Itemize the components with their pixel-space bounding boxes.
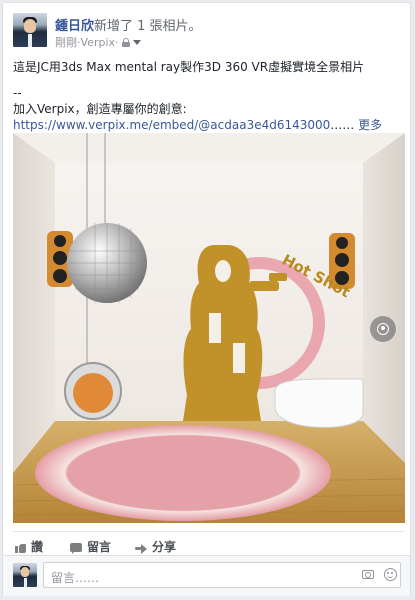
post-meta: 剛剛 · Verpix · [55,34,141,50]
verpix-embed-link[interactable]: https://www.verpix.me/embed/@acdaa3e4d61… [13,118,330,132]
post-action-text: 新增了 1 張相片。 [94,19,202,34]
post-body: 這是JC用3ds Max mental ray製作3D 360 VR虛擬實境全景… [13,59,405,133]
share-label: 分享 [152,540,177,554]
comment-bar: 留言…… [3,555,410,596]
post-actions-bar: 讚 留言 分享 [13,531,405,556]
post-header: 鍾日欣新增了 1 張相片。 剛剛 · Verpix · [13,13,403,49]
camera-icon[interactable] [362,570,374,579]
emoji-icon[interactable] [384,568,397,581]
360-vr-icon[interactable] [369,315,397,343]
post-card: 鍾日欣新增了 1 張相片。 剛剛 · Verpix · 這是JC用3ds Max… [2,2,411,596]
comment-label: 留言 [87,540,112,554]
post-text-line: 加入Verpix，創造專屬你的創意: [13,102,187,116]
chevron-down-icon[interactable] [132,39,141,45]
lock-icon[interactable] [121,37,130,47]
comment-placeholder: 留言…… [51,571,100,585]
thumbs-up-icon [15,543,26,553]
share-button[interactable]: 分享 [135,538,176,555]
author-name-link[interactable]: 鍾日欣 [55,19,94,34]
post-text-line: 這是JC用3ds Max mental ray製作3D 360 VR虛擬實境全景… [13,60,365,74]
app-link[interactable]: Verpix [81,36,116,49]
see-more-link[interactable]: 更多 [358,118,382,132]
share-icon [135,543,147,554]
user-avatar [13,563,37,587]
like-label: 讚 [31,540,44,554]
comment-icon [70,543,82,554]
author-avatar[interactable] [13,13,47,47]
post-headline: 鍾日欣新增了 1 張相片。 [55,15,202,34]
post-timestamp[interactable]: 剛剛 [55,34,77,50]
comment-input[interactable]: 留言…… [43,562,401,588]
panorama-photo[interactable]: Hot Shot [13,133,405,523]
post-text-line: -- [13,86,22,100]
like-button[interactable]: 讚 [15,538,43,555]
meta-separator: · [115,35,119,49]
room-render: Hot Shot [13,133,405,523]
comment-button[interactable]: 留言 [70,538,111,555]
ellipsis: …… [330,118,359,132]
